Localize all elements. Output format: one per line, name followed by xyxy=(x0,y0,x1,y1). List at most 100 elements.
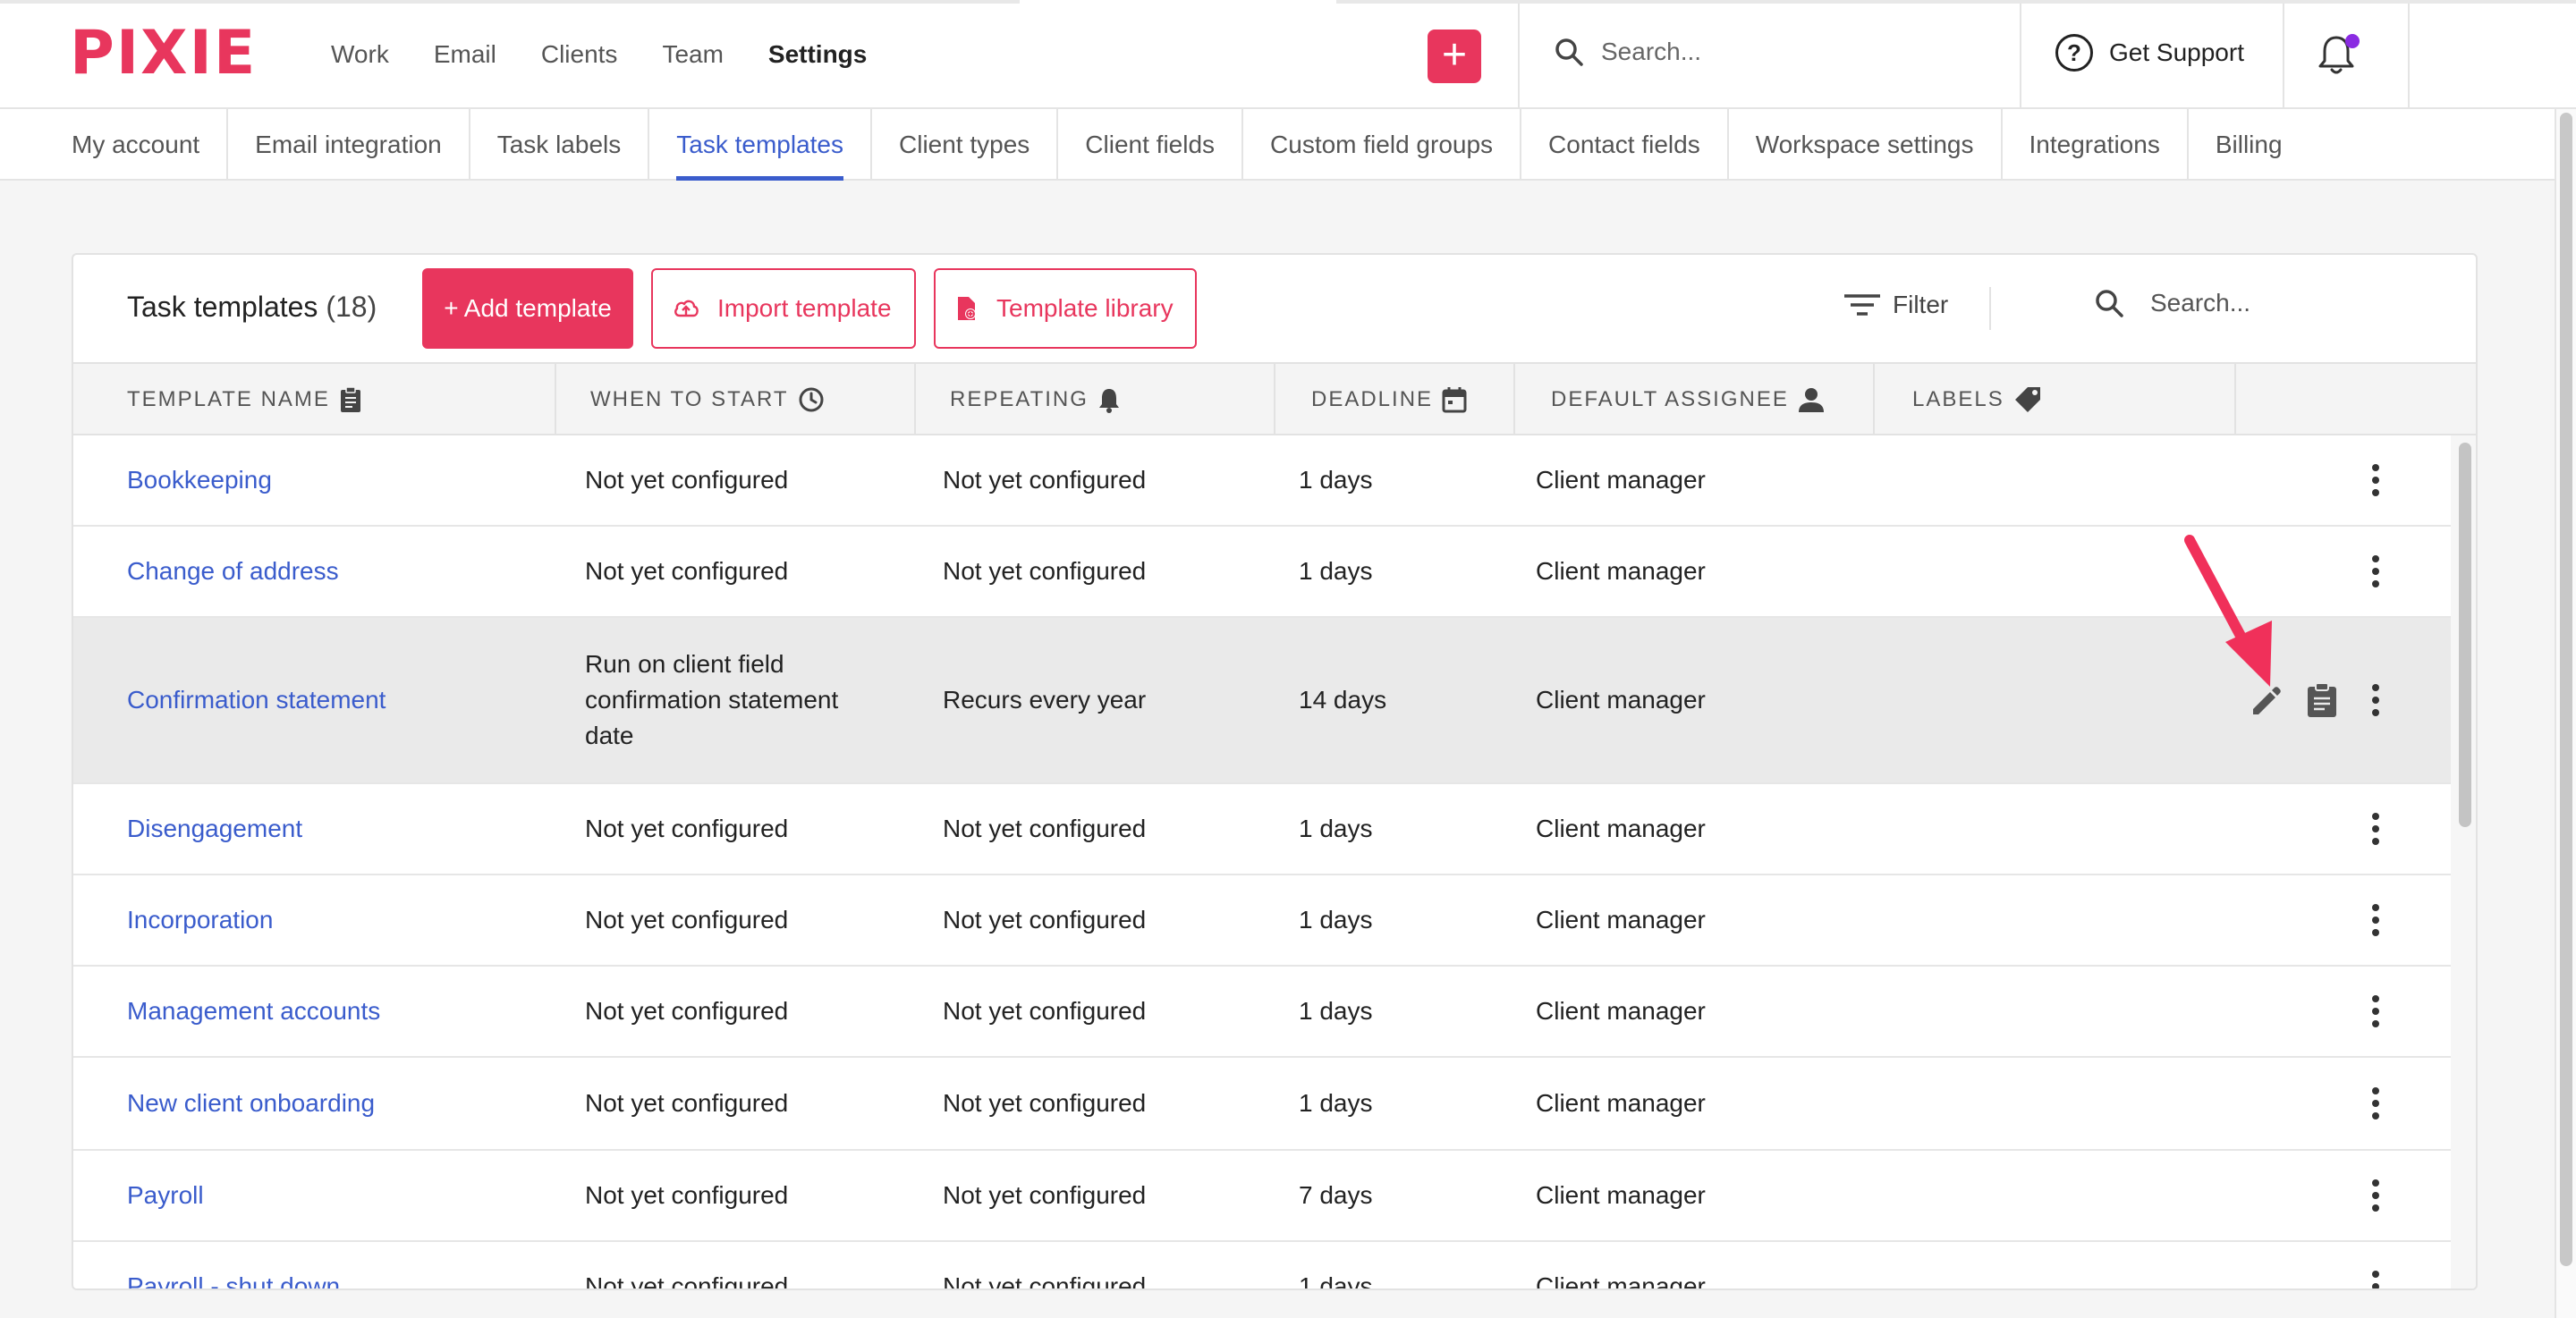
nav-settings[interactable]: Settings xyxy=(768,36,867,73)
column-repeating[interactable]: REPEATING xyxy=(950,364,1121,435)
tab-client-types[interactable]: Client types xyxy=(872,109,1059,181)
help-icon: ? xyxy=(2055,34,2093,72)
table-body: Bookkeeping Not yet configured Not yet c… xyxy=(73,435,2451,1290)
when-to-start-cell: Not yet configured xyxy=(585,1181,789,1209)
filter-button[interactable]: Filter xyxy=(1844,291,1948,319)
table-row[interactable]: Payroll Not yet configured Not yet confi… xyxy=(73,1151,2451,1242)
template-name-link[interactable]: Management accounts xyxy=(127,967,380,1056)
nav-clients[interactable]: Clients xyxy=(541,36,618,73)
tab-integrations[interactable]: Integrations xyxy=(2003,109,2189,181)
person-icon xyxy=(1798,388,1824,412)
get-support-label: Get Support xyxy=(2109,38,2244,66)
pixie-logo[interactable]: PIXIE xyxy=(70,23,257,84)
tab-contact-fields[interactable]: Contact fields xyxy=(1521,109,1729,181)
card-title: Task templates (18) xyxy=(127,291,377,324)
template-library-label: Template library xyxy=(996,294,1174,322)
deadline-cell: 1 days xyxy=(1299,997,1373,1025)
assignee-cell: Client manager xyxy=(1536,1089,1706,1117)
column-default-assignee[interactable]: DEFAULT ASSIGNEE xyxy=(1551,364,1825,435)
table-row[interactable]: Confirmation statement Run on client fie… xyxy=(73,618,2451,784)
table-scrollbar[interactable] xyxy=(2451,435,2476,1288)
column-when-to-start[interactable]: WHEN TO START xyxy=(590,364,825,435)
nav-work[interactable]: Work xyxy=(331,36,389,73)
tab-client-fields[interactable]: Client fields xyxy=(1058,109,1244,181)
notifications-button[interactable] xyxy=(2317,34,2360,77)
column-divider xyxy=(1873,364,1875,435)
duplicate-clipboard-icon[interactable] xyxy=(2306,618,2338,782)
repeating-cell: Not yet configured xyxy=(943,1272,1147,1290)
tab-task-templates[interactable]: Task templates xyxy=(649,109,872,181)
template-search[interactable]: Search... xyxy=(2095,289,2250,317)
template-count: (18) xyxy=(326,291,377,323)
page-scrollbar-thumb[interactable] xyxy=(2560,113,2572,1266)
column-template-name[interactable]: TEMPLATE NAME xyxy=(127,364,362,435)
table-row[interactable]: New client onboarding Not yet configured… xyxy=(73,1058,2451,1151)
deadline-cell: 1 days xyxy=(1299,557,1373,585)
more-options-icon[interactable] xyxy=(2358,1242,2394,1288)
import-template-button[interactable]: Import template xyxy=(651,268,916,349)
table-scrollbar-thumb[interactable] xyxy=(2459,443,2471,827)
column-divider xyxy=(1513,364,1515,435)
template-name-link[interactable]: Disengagement xyxy=(127,784,302,874)
more-options-icon[interactable] xyxy=(2358,1058,2394,1149)
assignee-cell: Client manager xyxy=(1536,906,1706,934)
tab-billing[interactable]: Billing xyxy=(2189,109,2309,181)
template-name-link[interactable]: Incorporation xyxy=(127,875,273,965)
add-template-button[interactable]: + Add template xyxy=(422,268,633,349)
more-options-icon[interactable] xyxy=(2358,1151,2394,1240)
divider xyxy=(2408,4,2410,109)
assignee-cell: Client manager xyxy=(1536,1181,1706,1209)
top-bar: PIXIE Work Email Clients Team Settings +… xyxy=(0,0,2576,109)
table-row[interactable]: Management accounts Not yet configured N… xyxy=(73,967,2451,1058)
column-labels[interactable]: LABELS xyxy=(1912,364,2042,435)
template-name-link[interactable]: New client onboarding xyxy=(127,1058,375,1149)
template-name-link[interactable]: Payroll xyxy=(127,1151,204,1240)
nav-email[interactable]: Email xyxy=(434,36,496,73)
table-row[interactable]: Payroll - shut down Not yet configured N… xyxy=(73,1242,2451,1290)
more-options-icon[interactable] xyxy=(2358,527,2394,616)
when-to-start-cell: Run on client field confirmation stateme… xyxy=(585,650,839,749)
tab-custom-field-groups[interactable]: Custom field groups xyxy=(1243,109,1522,181)
table-row[interactable]: Incorporation Not yet configured Not yet… xyxy=(73,875,2451,967)
table-row[interactable]: Bookkeeping Not yet configured Not yet c… xyxy=(73,435,2451,527)
when-to-start-cell: Not yet configured xyxy=(585,906,789,934)
tab-task-labels[interactable]: Task labels xyxy=(470,109,650,181)
deadline-cell: 1 days xyxy=(1299,906,1373,934)
column-divider xyxy=(2234,364,2236,435)
get-support-button[interactable]: ? Get Support xyxy=(2055,34,2244,72)
more-options-icon[interactable] xyxy=(2358,784,2394,874)
tab-workspace-settings[interactable]: Workspace settings xyxy=(1729,109,2003,181)
global-search[interactable]: Search... xyxy=(1555,38,1701,66)
deadline-cell: 1 days xyxy=(1299,466,1373,494)
table-row[interactable]: Change of address Not yet configured Not… xyxy=(73,527,2451,618)
search-icon xyxy=(2096,290,2123,317)
table-row[interactable]: Disengagement Not yet configured Not yet… xyxy=(73,784,2451,875)
import-template-label: Import template xyxy=(717,294,892,322)
more-options-icon[interactable] xyxy=(2358,435,2394,525)
global-search-placeholder: Search... xyxy=(1601,38,1702,65)
more-options-icon[interactable] xyxy=(2358,618,2394,782)
column-repeating-label: REPEATING xyxy=(950,387,1089,411)
more-options-icon[interactable] xyxy=(2358,967,2394,1056)
repeating-cell: Recurs every year xyxy=(943,686,1147,714)
template-library-button[interactable]: Template library xyxy=(934,268,1197,349)
template-name-link[interactable]: Bookkeeping xyxy=(127,435,272,525)
column-deadline[interactable]: DEADLINE xyxy=(1311,364,1467,435)
repeating-cell: Not yet configured xyxy=(943,815,1147,842)
settings-tabs: My account Email integration Task labels… xyxy=(0,109,2555,181)
template-name-link[interactable]: Payroll - shut down xyxy=(127,1242,340,1288)
repeating-cell: Not yet configured xyxy=(943,1181,1147,1209)
quick-add-button[interactable]: + xyxy=(1428,30,1481,83)
template-name-link[interactable]: Change of address xyxy=(127,527,339,616)
when-to-start-cell: Not yet configured xyxy=(585,1272,789,1290)
page-scrollbar[interactable] xyxy=(2555,109,2576,1318)
card-title-text: Task templates xyxy=(127,291,318,323)
tab-my-account[interactable]: My account xyxy=(0,109,229,181)
column-when-to-start-label: WHEN TO START xyxy=(590,387,789,411)
tab-email-integration[interactable]: Email integration xyxy=(228,109,470,181)
template-name-link[interactable]: Confirmation statement xyxy=(127,618,386,782)
column-template-name-label: TEMPLATE NAME xyxy=(127,387,330,411)
more-options-icon[interactable] xyxy=(2358,875,2394,965)
nav-team[interactable]: Team xyxy=(662,36,723,73)
notification-dot xyxy=(2345,34,2360,48)
